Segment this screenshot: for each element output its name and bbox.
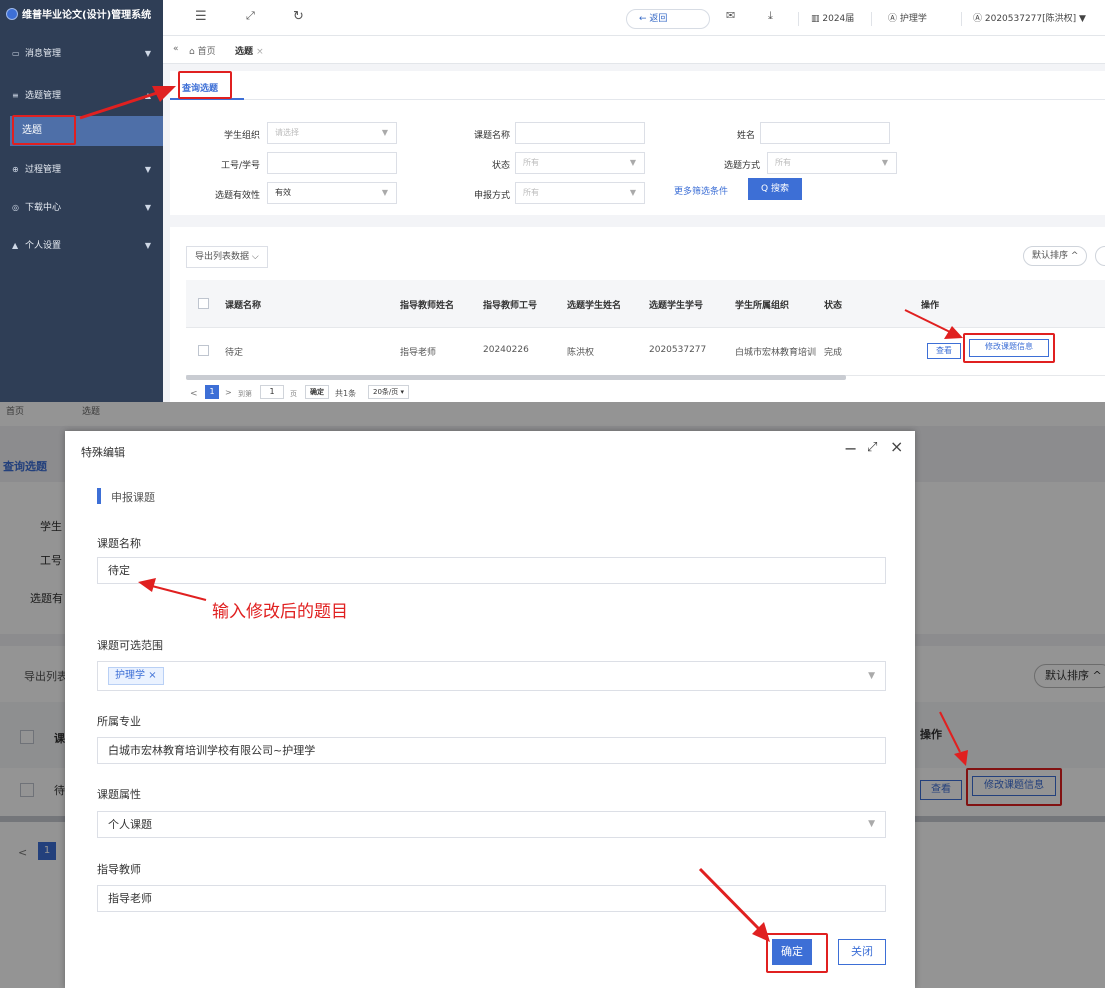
top-screenshot: 维普毕业论文(设计)管理系统 ▭ 消息管理 ▼ ≡ 选题管理 ▲ 选题 ⊕ 过程管理 ▼ ◎…	[0, 0, 1105, 402]
modal-annotation-arrows	[138, 578, 968, 942]
bottom-screenshot: 首页 选题 查询选题 学生 工号 选题有 导出列表 默认排序 ^ 课 操作 待 …	[0, 402, 1105, 988]
annotation-arrows	[79, 86, 963, 339]
